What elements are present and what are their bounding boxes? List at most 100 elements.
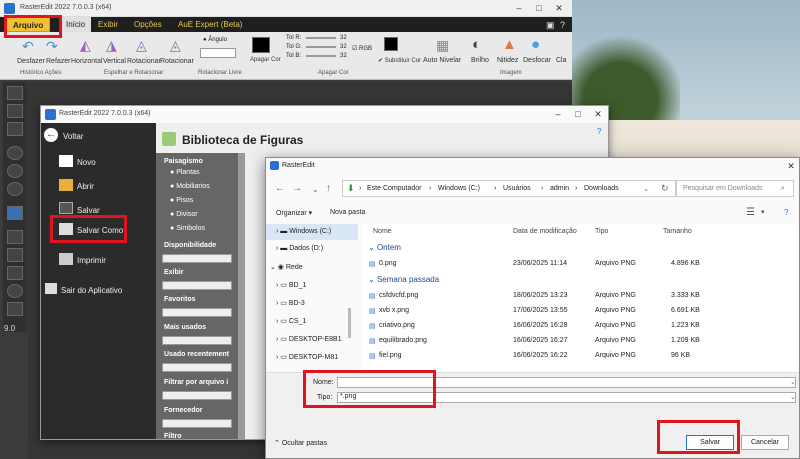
flip-horizontal-icon[interactable]: ◭ — [80, 37, 91, 54]
brightness-button[interactable]: Brilho — [471, 57, 489, 64]
layer-tool-icon[interactable] — [7, 206, 23, 220]
save-icon[interactable]: ▣ — [546, 20, 555, 31]
refresh-icon[interactable]: ↻ — [661, 183, 669, 194]
pen-tool-icon[interactable] — [7, 248, 23, 262]
new-folder-button[interactable]: Nova pasta — [330, 209, 365, 216]
erase-color-button[interactable]: Apagar Cor — [250, 57, 281, 63]
minimize-icon[interactable]: – — [512, 2, 526, 14]
hide-folders-button[interactable]: ⌃ Ocultar pastas — [274, 439, 327, 447]
breadcrumb-windows[interactable]: Windows (C:) — [438, 185, 480, 192]
select-tool-icon[interactable] — [7, 86, 23, 100]
sharpness-button[interactable]: Nitidez — [497, 57, 518, 64]
column-name[interactable]: Nome — [373, 228, 392, 235]
sharpness-icon[interactable]: ▲ — [502, 36, 517, 53]
menu-print[interactable]: Imprimir — [77, 256, 106, 265]
filetype-chevron-icon[interactable]: ⌄ — [790, 393, 796, 401]
tree-windows[interactable]: › ▬ Windows (C:) — [276, 228, 331, 235]
filter-scrollbar[interactable] — [238, 153, 245, 439]
hand-tool-icon[interactable] — [7, 122, 23, 136]
tree-rede[interactable]: ⌄ ◉ Rede — [270, 263, 303, 271]
recent-chevron-icon[interactable]: ⌄ — [312, 185, 319, 194]
fornecedor-select[interactable] — [162, 419, 232, 428]
filtrar-arquivo-select[interactable] — [162, 391, 232, 400]
search-input[interactable]: Pesquisar em Downloads — [683, 185, 762, 192]
rotate-right-button[interactable]: Rotacionar — [160, 58, 194, 65]
crop-tool-icon[interactable] — [7, 104, 23, 118]
rgb-checkbox[interactable]: ☑ RGB — [352, 45, 372, 52]
replace-color-swatch[interactable] — [384, 37, 398, 51]
close-icon[interactable]: ✕ — [552, 2, 566, 14]
tree-bd1[interactable]: › ▭ BD_1 — [276, 281, 306, 289]
tol-b-slider[interactable] — [306, 55, 336, 57]
file-row[interactable]: ▤ criativo.png 16/06/2025 16:28 Arquivo … — [361, 319, 799, 333]
address-bar[interactable]: ⬇ › Este Computador › Windows (C:) › Usu… — [342, 180, 676, 197]
tree-bd3[interactable]: › ▭ BD-3 — [276, 299, 305, 307]
menu-exit[interactable]: Sair do Aplicativo — [61, 286, 122, 295]
replace-color-button[interactable]: ✔ Substituir Cor — [378, 57, 421, 64]
erase-color-swatch[interactable] — [252, 37, 270, 53]
disponibilidade-select[interactable] — [162, 254, 232, 263]
library-minimize-icon[interactable]: – — [551, 108, 565, 120]
favoritos-select[interactable] — [162, 308, 232, 317]
library-maximize-icon[interactable]: □ — [571, 108, 585, 120]
file-row[interactable]: ▤ fiel.png 16/06/2025 16:22 Arquivo PNG … — [361, 349, 799, 363]
dialog-close-icon[interactable]: ✕ — [784, 160, 798, 172]
flip-vertical-icon[interactable]: ◮ — [106, 37, 117, 54]
flip-vertical-button[interactable]: Vertical — [103, 58, 126, 65]
library-help-icon[interactable]: ? — [597, 127, 601, 136]
tree-scrollbar[interactable] — [348, 308, 351, 338]
file-row[interactable]: ▤ csfdvcfd.png 18/06/2025 13:23 Arquivo … — [361, 289, 799, 303]
breadcrumb-admin[interactable]: admin — [550, 185, 569, 192]
forward-icon[interactable]: → — [292, 183, 302, 194]
tree-desktop-e8b1[interactable]: › ▭ DESKTOP-E8B1 — [276, 335, 342, 343]
flip-horizontal-button[interactable]: Horizontal — [71, 58, 103, 65]
search-box[interactable]: Pesquisar em Downloads ⌕ — [676, 180, 794, 197]
rotate-left-icon[interactable]: ◬ — [136, 37, 147, 54]
organize-button[interactable]: Organizar ▾ — [276, 209, 312, 217]
file-row[interactable]: ▤ xvb x.png 17/06/2025 13:55 Arquivo PNG… — [361, 304, 799, 318]
up-icon[interactable]: ↑ — [326, 183, 331, 194]
menu-open[interactable]: Abrir — [77, 182, 94, 191]
file-row[interactable]: ▤ 0.png 23/06/2025 11:14 Arquivo PNG 4.8… — [361, 257, 799, 271]
rotate-right-icon[interactable]: ◬ — [170, 37, 181, 54]
rectangle-tool-icon[interactable] — [7, 266, 23, 280]
view-chevron-icon[interactable]: ▾ — [761, 208, 765, 216]
file-row[interactable]: ▤ equilibrado.png 16/06/2025 16:27 Arqui… — [361, 334, 799, 348]
rotate-left-button[interactable]: Rotacionar — [127, 58, 161, 65]
exibir-select[interactable] — [162, 281, 232, 290]
cancel-button[interactable]: Cancelar — [741, 435, 789, 450]
column-date[interactable]: Data de modificação — [513, 228, 577, 235]
address-dropdown-icon[interactable]: ⌄ — [643, 185, 649, 193]
tree-cs1[interactable]: › ▭ CS_1 — [276, 317, 306, 325]
menu-inicio[interactable]: Início — [60, 17, 92, 32]
blur-icon[interactable]: ● — [531, 36, 540, 53]
filename-chevron-icon[interactable]: ⌄ — [790, 378, 796, 386]
undo-button[interactable]: Desfazer — [17, 58, 45, 65]
breadcrumb-computer[interactable]: Este Computador — [367, 185, 421, 192]
filter-option-plantas[interactable]: ● Plantas — [170, 169, 200, 176]
usado-recentemente-select[interactable] — [162, 363, 232, 372]
view-options-icon[interactable]: ☰ — [746, 207, 755, 218]
menu-save[interactable]: Salvar — [77, 206, 100, 215]
curve-tool-icon[interactable] — [7, 302, 23, 316]
filter-option-mobiliarios[interactable]: ● Mobiliarios — [170, 183, 210, 190]
brightness-icon[interactable]: ◐ — [472, 36, 481, 53]
line-tool-icon[interactable] — [7, 230, 23, 244]
menu-aue-expert[interactable]: AuE Expert (Beta) — [172, 17, 248, 32]
tol-g-slider[interactable] — [306, 46, 336, 48]
redo-button[interactable]: Refazer — [46, 58, 71, 65]
breadcrumb-usuarios[interactable]: Usuários — [503, 185, 531, 192]
back-button[interactable]: Voltar — [63, 132, 83, 141]
tree-dados[interactable]: › ▬ Dados (D:) — [276, 245, 323, 252]
zoom-out-icon[interactable] — [7, 164, 23, 178]
maximize-icon[interactable]: □ — [532, 2, 546, 14]
filter-option-simbolos[interactable]: ● Simbolos — [170, 225, 205, 232]
blur-button[interactable]: Desfocar — [523, 57, 551, 64]
redo-icon[interactable]: ↷ — [46, 38, 58, 55]
menu-opcoes[interactable]: Opções — [128, 17, 168, 32]
back-icon[interactable]: ← — [275, 183, 285, 194]
tree-desktop-m81[interactable]: › ▭ DESKTOP-M81 — [276, 353, 338, 361]
filter-option-pisos[interactable]: ● Pisos — [170, 197, 193, 204]
tol-r-slider[interactable] — [306, 37, 336, 39]
clarity-button[interactable]: Cla — [556, 57, 567, 64]
